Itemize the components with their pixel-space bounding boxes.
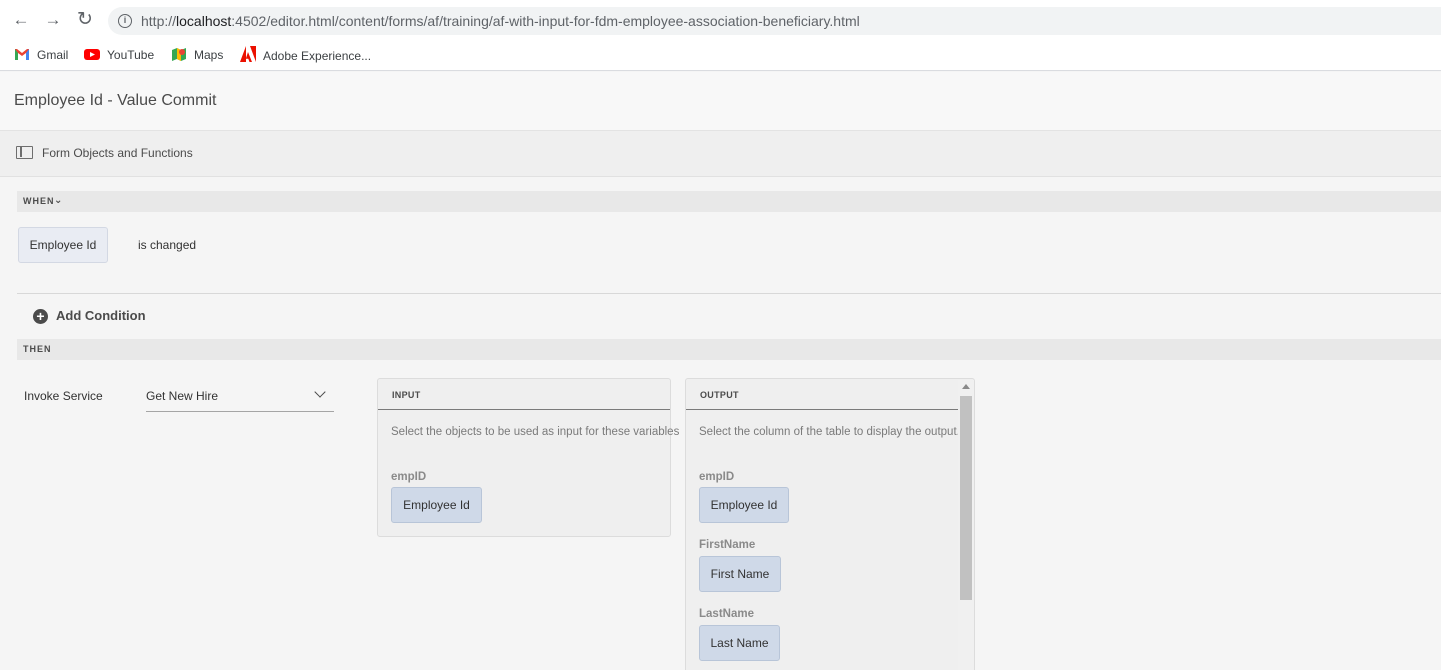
url-scheme: http:// [141,13,177,29]
bookmark-maps[interactable]: Maps [171,46,223,64]
when-section-header[interactable]: WHEN ⌄ [17,191,1441,212]
service-select-value: Get New Hire [146,389,219,403]
output-panel-scrollbar[interactable] [958,380,974,670]
add-condition-label: Add Condition [56,308,146,323]
then-label: THEN [23,344,52,354]
output-panel-description: Select the column of the table to displa… [699,426,960,438]
input-panel-description: Select the objects to be used as input f… [391,426,680,438]
output-variable-name: FirstName [699,539,756,551]
input-panel: INPUT Select the objects to be used as i… [377,378,679,537]
url-path: :4502/editor.html/content/forms/af/train… [231,13,860,29]
output-variable-token[interactable]: First Name [699,556,781,592]
reload-icon[interactable]: ↻ [76,10,94,29]
bookmark-gmail[interactable]: Gmail [14,46,68,64]
output-panel-title: OUTPUT [700,390,739,400]
form-objects-label[interactable]: Form Objects and Functions [42,146,193,160]
input-panel-header: INPUT [378,379,670,410]
side-panel-toggle-icon[interactable] [16,146,33,159]
plus-circle-icon: + [33,309,48,324]
when-operator[interactable]: is changed [138,238,196,252]
output-variable-name: LastName [699,608,754,620]
browser-toolbar: ← → ↻ i http://localhost:4502/editor.htm… [0,0,1441,40]
input-panel-title: INPUT [392,390,421,400]
bookmark-label: Adobe Experience... [263,49,372,63]
output-variable-token[interactable]: Employee Id [699,487,789,523]
chevron-down-icon [314,386,326,398]
back-arrow-icon[interactable]: ← [12,11,30,29]
then-section-header: THEN [17,339,1441,360]
chevron-down-icon[interactable]: ⌄ [54,195,62,206]
bookmark-adobe[interactable]: Adobe Experience... [240,46,371,64]
maps-icon [171,47,187,61]
forward-arrow-icon[interactable]: → [44,11,62,29]
output-panel-header: OUTPUT [686,379,958,410]
url-text[interactable]: http://localhost:4502/editor.html/conten… [141,13,860,29]
bookmarks-bar: Gmail YouTube Maps Adobe Experience... [0,40,1441,71]
page-title: Employee Id - Value Commit [14,92,217,109]
bookmark-label: Gmail [37,48,69,62]
service-select[interactable]: Get New Hire [146,382,334,412]
scroll-up-arrow-icon[interactable] [962,384,970,389]
info-icon[interactable]: i [118,14,132,28]
bookmark-youtube[interactable]: YouTube [84,46,154,64]
input-variable-token[interactable]: Employee Id [391,487,482,523]
rule-editor-header: Employee Id - Value Commit [0,72,1441,131]
input-variable-name: empID [391,471,427,483]
form-objects-toolbar: Form Objects and Functions [0,131,1441,177]
output-panel: OUTPUT Select the column of the table to… [685,378,975,670]
then-action[interactable]: Invoke Service [24,389,103,403]
scrollbar-thumb[interactable] [960,396,972,600]
output-variable-name: empID [699,471,735,483]
address-bar[interactable]: i http://localhost:4502/editor.html/cont… [108,7,1441,35]
url-host: localhost [176,13,232,29]
when-field-token[interactable]: Employee Id [18,227,108,263]
when-label: WHEN [23,196,55,206]
youtube-icon [84,47,100,61]
adobe-icon [240,46,256,62]
bookmark-label: Maps [194,48,224,62]
output-variable-token[interactable]: Last Name [699,625,780,661]
bookmark-label: YouTube [107,48,155,62]
section-divider [17,293,1441,294]
gmail-icon [14,47,30,61]
